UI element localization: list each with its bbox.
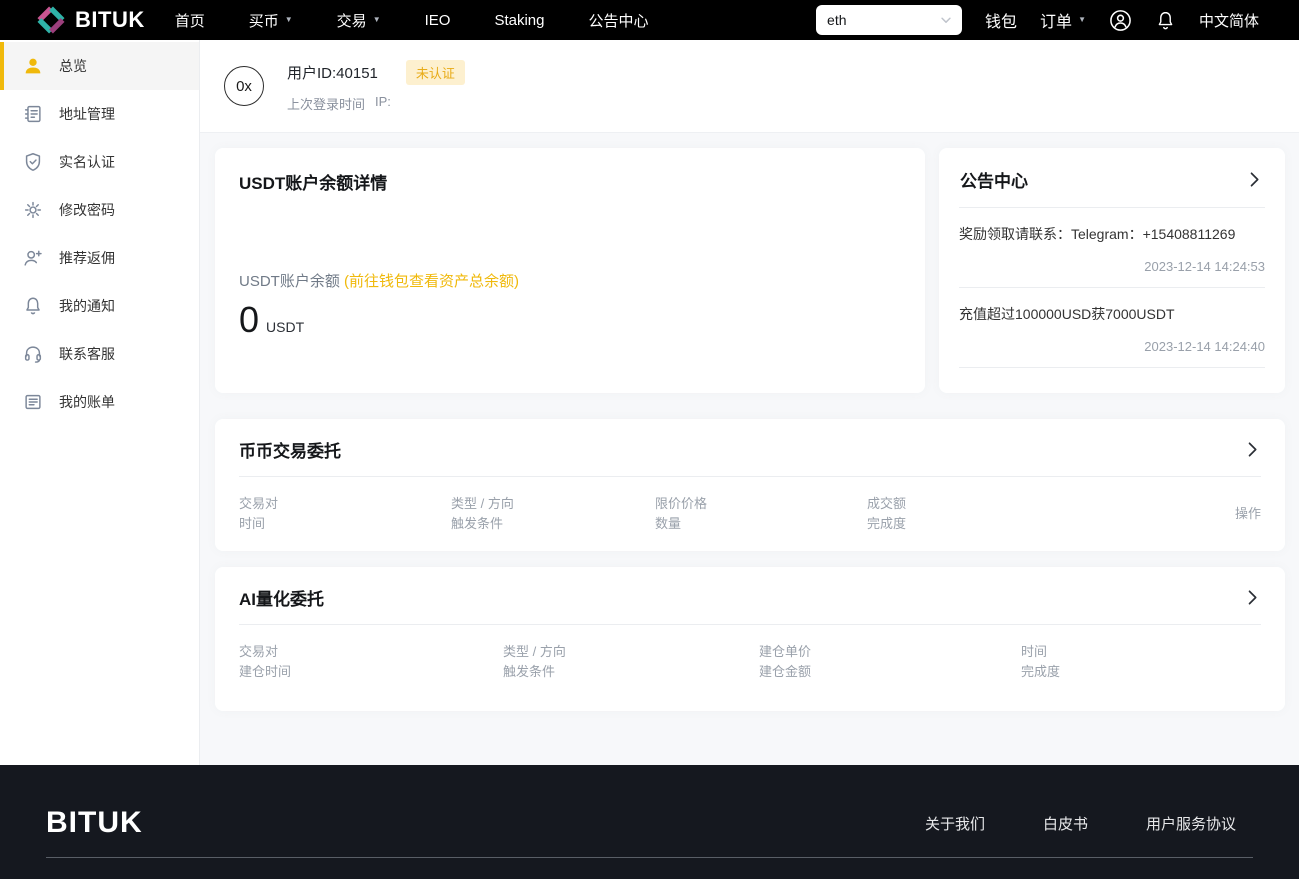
- profile-button[interactable]: [1109, 9, 1132, 32]
- sidebar-item-change-password[interactable]: 修改密码: [0, 186, 199, 234]
- sidebar-item-kyc[interactable]: 实名认证: [0, 138, 199, 186]
- user-icon: [22, 55, 44, 77]
- nav-item-home[interactable]: 首页: [175, 10, 205, 31]
- caret-down-icon: ▼: [373, 16, 381, 24]
- address-book-icon: [22, 103, 44, 125]
- nav-item-trade[interactable]: 交易▼: [337, 10, 381, 31]
- column-header: 建仓单价 建仓金额: [759, 642, 1021, 682]
- balance-card-title: USDT账户余额详情: [239, 169, 901, 194]
- column-header: 成交额 完成度: [867, 494, 1107, 534]
- logo-diamond-icon: [36, 5, 66, 35]
- spot-orders-card: 币币交易委托 交易对 时间 类型 / 方向 触发条件 限价价格 数量 成交额 完…: [215, 419, 1285, 551]
- footer-logo-text: BITUK: [46, 806, 143, 840]
- gear-icon: [22, 199, 44, 221]
- balance-label: USDT账户余额: [239, 273, 340, 290]
- sidebar-item-label: 推荐返佣: [59, 248, 115, 268]
- spot-orders-title: 币币交易委托: [239, 437, 341, 462]
- sidebar-item-support[interactable]: 联系客服: [0, 330, 199, 378]
- sidebar-item-bills[interactable]: 我的账单: [0, 378, 199, 426]
- balance-amount: 0: [239, 299, 259, 341]
- nav-item-announcements[interactable]: 公告中心: [589, 10, 649, 31]
- sidebar-item-overview[interactable]: 总览: [0, 42, 199, 90]
- column-header: 时间 完成度: [1021, 642, 1221, 682]
- chevron-right-icon[interactable]: [1244, 441, 1261, 458]
- announcement-item[interactable]: 充值超过100000USD获7000USDT 2023-12-14 14:24:…: [939, 288, 1285, 367]
- ai-orders-card: AI量化委托 交易对 建仓时间 类型 / 方向 触发条件 建仓单价 建仓金额 时…: [215, 567, 1285, 711]
- sidebar-item-label: 地址管理: [59, 104, 115, 124]
- nav-item-orders[interactable]: 订单▼: [1040, 8, 1086, 32]
- column-header: 限价价格 数量: [655, 494, 867, 534]
- nav-item-staking[interactable]: Staking: [494, 10, 544, 31]
- caret-down-icon: ▼: [285, 16, 293, 24]
- sidebar-item-label: 我的账单: [59, 392, 115, 412]
- topnav-right: eth 钱包 订单▼ 中文简体: [816, 5, 1259, 35]
- ip-label: IP:: [375, 94, 391, 113]
- ai-orders-title: AI量化委托: [239, 585, 324, 610]
- column-header: 类型 / 方向 触发条件: [451, 494, 655, 534]
- language-selector[interactable]: 中文简体: [1199, 10, 1259, 31]
- footer-link-terms[interactable]: 用户服务协议: [1146, 813, 1236, 834]
- shield-check-icon: [22, 151, 44, 173]
- bell-icon: [1155, 10, 1176, 31]
- balance-unit: USDT: [266, 319, 304, 335]
- bill-list-icon: [22, 391, 44, 413]
- footer-divider: [46, 857, 1253, 858]
- coin-select[interactable]: eth: [816, 5, 962, 35]
- ai-orders-header-row: 交易对 建仓时间 类型 / 方向 触发条件 建仓单价 建仓金额 时间 完成度: [215, 625, 1285, 699]
- sidebar-item-label: 联系客服: [59, 344, 115, 364]
- announcement-text: 充值超过100000USD获7000USDT: [959, 304, 1265, 324]
- sidebar-item-label: 总览: [59, 56, 87, 76]
- sidebar-item-notifications[interactable]: 我的通知: [0, 282, 199, 330]
- main-content: USDT账户余额详情 USDT账户余额 (前往钱包查看资产总余额) 0 USDT…: [200, 133, 1299, 727]
- announcement-text: 奖励领取请联系：Telegram：+15408811269: [959, 224, 1265, 244]
- announcement-card-title: 公告中心: [960, 167, 1028, 192]
- avatar: 0x: [224, 66, 264, 106]
- column-header-action: 操作: [1107, 504, 1261, 524]
- spot-orders-header-row: 交易对 时间 类型 / 方向 触发条件 限价价格 数量 成交额 完成度 操作: [215, 477, 1285, 551]
- footer-link-whitepaper[interactable]: 白皮书: [1043, 813, 1088, 834]
- column-header: 交易对 建仓时间: [239, 642, 503, 682]
- sidebar-item-label: 修改密码: [59, 200, 115, 220]
- announcement-time: 2023-12-14 14:24:40: [959, 339, 1265, 354]
- coin-select-value: eth: [827, 12, 846, 28]
- bell-icon: [22, 295, 44, 317]
- announcement-card: 公告中心 奖励领取请联系：Telegram：+15408811269 2023-…: [939, 148, 1285, 393]
- logo[interactable]: BITUK: [36, 5, 145, 35]
- nav-item-ieo[interactable]: IEO: [425, 10, 451, 31]
- sidebar-item-address-management[interactable]: 地址管理: [0, 90, 199, 138]
- usdt-balance-card: USDT账户余额详情 USDT账户余额 (前往钱包查看资产总余额) 0 USDT: [215, 148, 925, 393]
- chevron-right-icon[interactable]: [1244, 589, 1261, 606]
- wallet-link[interactable]: (前往钱包查看资产总余额): [344, 273, 519, 290]
- logo-text: BITUK: [75, 7, 145, 33]
- top-navbar: BITUK 首页 买币▼ 交易▼ IEO Staking 公告中心 eth 钱包…: [0, 0, 1299, 40]
- nav-item-buy[interactable]: 买币▼: [249, 10, 293, 31]
- footer: BITUK 关于我们 白皮书 用户服务协议: [0, 765, 1299, 879]
- main-nav: 首页 买币▼ 交易▼ IEO Staking 公告中心: [175, 10, 649, 31]
- chevron-right-icon[interactable]: [1246, 171, 1263, 188]
- caret-down-icon: ▼: [1078, 16, 1086, 24]
- sidebar: 总览 地址管理 实名认证 修改密码 推荐返佣 我的通知 联系客服: [0, 40, 200, 765]
- sidebar-item-label: 实名认证: [59, 152, 115, 172]
- sidebar-item-referral[interactable]: 推荐返佣: [0, 234, 199, 282]
- nav-item-wallet[interactable]: 钱包: [985, 8, 1017, 32]
- announcement-item[interactable]: 奖励领取请联系：Telegram：+15408811269 2023-12-14…: [939, 208, 1285, 287]
- announcement-time: 2023-12-14 14:24:53: [959, 259, 1265, 274]
- column-header: 交易对 时间: [239, 494, 451, 534]
- footer-link-about[interactable]: 关于我们: [925, 813, 985, 834]
- sidebar-item-label: 我的通知: [59, 296, 115, 316]
- user-id: 用户ID:40151: [287, 62, 378, 83]
- column-header: 类型 / 方向 触发条件: [503, 642, 759, 682]
- last-login-label: 上次登录时间: [287, 94, 365, 113]
- user-plus-icon: [22, 247, 44, 269]
- user-info-bar: 0x 用户ID:40151 未认证 上次登录时间 IP:: [200, 40, 1299, 133]
- user-profile-icon: [1109, 9, 1132, 32]
- notifications-button[interactable]: [1155, 10, 1176, 31]
- status-badge: 未认证: [406, 60, 465, 85]
- chevron-down-icon: [939, 13, 953, 27]
- headset-icon: [22, 343, 44, 365]
